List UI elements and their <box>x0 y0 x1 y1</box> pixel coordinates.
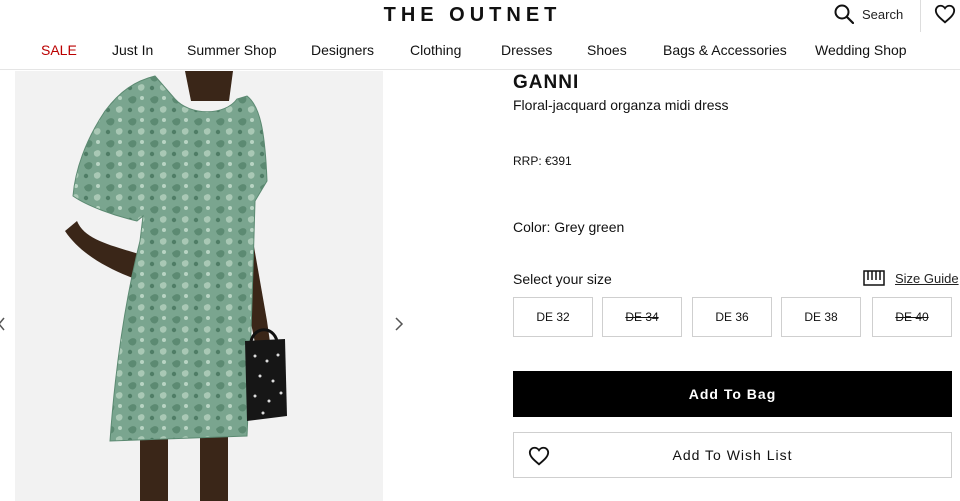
wishlist-heart-icon[interactable] <box>934 3 956 25</box>
add-to-bag-button[interactable]: Add To Bag <box>513 371 952 417</box>
chevron-right-icon[interactable] <box>393 316 405 332</box>
nav-item-designers[interactable]: Designers <box>311 42 374 58</box>
size-guide-link[interactable]: Size Guide <box>863 270 959 286</box>
size-label: DE 38 <box>804 310 838 324</box>
nav-item-bags-accessories[interactable]: Bags & Accessories <box>663 42 787 58</box>
product-color: Color: Grey green <box>513 219 625 235</box>
ruler-icon <box>863 270 885 286</box>
product-rrp: RRP: €391 <box>513 154 572 168</box>
search-label: Search <box>862 6 904 22</box>
nav-item-summer-shop[interactable]: Summer Shop <box>187 42 276 58</box>
size-label: DE 32 <box>536 310 570 324</box>
nav-item-wedding-shop[interactable]: Wedding Shop <box>815 42 907 58</box>
size-select-label: Select your size <box>513 271 612 287</box>
size-options: DE 32 DE 34 DE 36 DE 38 DE 40 <box>513 297 952 337</box>
main-nav: SALE Just In Summer Shop Designers Cloth… <box>0 36 960 70</box>
add-to-wishlist-label: Add To Wish List <box>672 447 793 463</box>
product-image[interactable] <box>15 71 383 501</box>
product-name: Floral-jacquard organza midi dress <box>513 97 729 113</box>
search-button[interactable]: Search <box>834 2 903 26</box>
size-option-de-40[interactable]: DE 40 <box>872 297 952 337</box>
site-logo[interactable]: THE OUTNET <box>0 4 945 27</box>
nav-item-clothing[interactable]: Clothing <box>410 42 461 58</box>
header: THE OUTNET Search <box>0 0 960 32</box>
size-guide-label: Size Guide <box>895 270 959 286</box>
nav-item-shoes[interactable]: Shoes <box>587 42 627 58</box>
size-label: DE 36 <box>715 310 749 324</box>
size-option-de-34[interactable]: DE 34 <box>602 297 682 337</box>
nav-item-just-in[interactable]: Just In <box>112 42 153 58</box>
size-option-de-32[interactable]: DE 32 <box>513 297 593 337</box>
nav-item-sale[interactable]: SALE <box>41 42 77 58</box>
size-label: DE 34 <box>625 310 659 324</box>
size-option-de-38[interactable]: DE 38 <box>781 297 861 337</box>
search-icon <box>834 4 854 24</box>
nav-item-dresses[interactable]: Dresses <box>501 42 552 58</box>
size-label: DE 40 <box>895 310 929 324</box>
size-option-de-36[interactable]: DE 36 <box>692 297 772 337</box>
product-photo <box>15 71 383 501</box>
header-divider <box>920 0 921 32</box>
add-to-wishlist-button[interactable]: Add To Wish List <box>513 432 952 478</box>
chevron-left-icon[interactable] <box>0 316 7 332</box>
product-brand[interactable]: GANNI <box>513 72 579 94</box>
